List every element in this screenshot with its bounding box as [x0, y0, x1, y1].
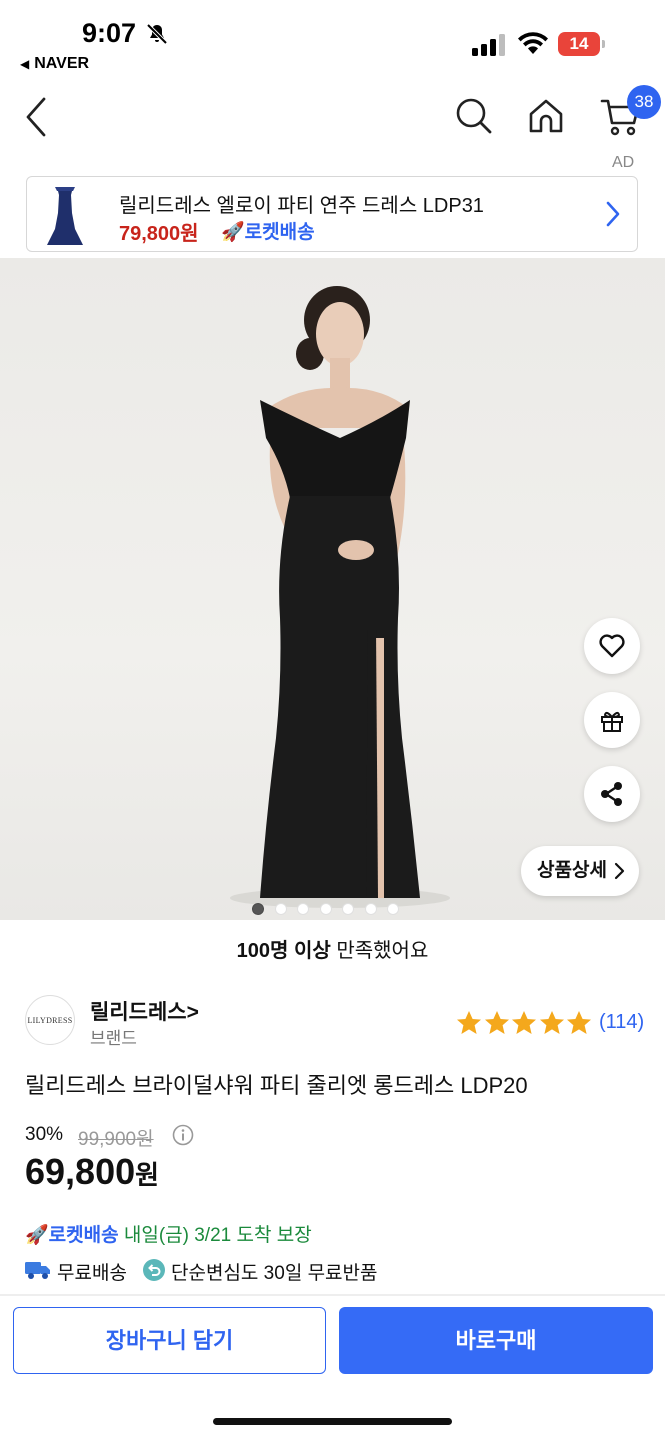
- sale-price-unit: 원: [135, 1160, 160, 1190]
- free-shipping-label: 무료배송: [57, 1263, 127, 1284]
- sale-price-number: 69,800: [25, 1151, 136, 1192]
- star-icon: [512, 1011, 536, 1034]
- gift-icon: [601, 711, 623, 732]
- product-title: 릴리드레스 브라이덜샤워 파티 줄리엣 롱드레스 LDP20: [25, 1073, 528, 1098]
- ad-price: 79,800원: [119, 223, 199, 245]
- share-icon: [601, 782, 622, 806]
- top-nav: [0, 85, 665, 150]
- share-button[interactable]: [584, 766, 640, 822]
- signal-icon: [472, 34, 505, 56]
- search-icon[interactable]: [455, 97, 493, 135]
- battery-level: 14: [558, 32, 600, 56]
- ad-dress-thumbnail: [47, 187, 83, 245]
- rocket-delivery-info: 🚀로켓배송 내일(금) 3/21 도착 보장: [25, 1220, 312, 1247]
- discount-rate: 30%: [25, 1124, 64, 1145]
- ad-rocket-delivery: 🚀로켓배송: [221, 222, 315, 243]
- status-bar: 9:07 ◀ NAVER 14: [0, 0, 665, 80]
- back-triangle-icon: ◀: [20, 57, 30, 71]
- wifi-icon: [518, 32, 548, 54]
- sale-price: 69,800원: [25, 1151, 159, 1193]
- chevron-right-icon: [614, 862, 625, 880]
- brand-logo[interactable]: LILYDRESS: [25, 995, 75, 1045]
- product-detail-label: 상품상세: [537, 860, 607, 881]
- free-return-label: 단순변심도 30일 무료반품: [171, 1263, 378, 1284]
- heart-icon: [599, 634, 625, 658]
- home-icon[interactable]: [527, 97, 565, 135]
- satisfaction-count: 100명 이상: [236, 940, 331, 962]
- return-icon: [143, 1259, 165, 1281]
- pagination-dot[interactable]: [342, 903, 354, 915]
- status-time: 9:07: [82, 18, 137, 48]
- add-to-cart-button[interactable]: 장바구니 담기: [13, 1307, 326, 1374]
- pagination-dot[interactable]: [297, 903, 309, 915]
- bell-slash-icon: [146, 23, 168, 45]
- back-icon[interactable]: [22, 95, 52, 139]
- brand-sub-label: 브랜드: [90, 1029, 137, 1048]
- chevron-right-icon: [606, 201, 620, 227]
- gallery-pagination: [252, 902, 410, 916]
- rating-stars[interactable]: [456, 1010, 594, 1036]
- home-indicator[interactable]: [213, 1418, 452, 1425]
- pagination-dot[interactable]: [387, 903, 399, 915]
- product-detail-button[interactable]: 상품상세: [521, 846, 639, 896]
- gift-button[interactable]: [584, 692, 640, 748]
- product-image-gallery[interactable]: 상품상세: [0, 258, 665, 920]
- star-icon: [539, 1011, 564, 1034]
- pagination-dot[interactable]: [364, 903, 377, 915]
- info-icon[interactable]: [172, 1124, 194, 1146]
- pagination-dot[interactable]: [252, 903, 264, 915]
- star-icon: [457, 1011, 481, 1034]
- cart-count-badge: 38: [627, 85, 661, 119]
- ad-title: 릴리드레스 엘로이 파티 연주 드레스 LDP31: [119, 195, 484, 217]
- rocket-delivery-label: 🚀로켓배송: [25, 1225, 119, 1246]
- satisfaction-text: 100명 이상 만족했어요: [0, 934, 665, 963]
- bottom-divider: [0, 1294, 665, 1296]
- star-icon: [484, 1011, 509, 1034]
- ad-label: AD: [612, 154, 635, 171]
- ad-banner[interactable]: 릴리드레스 엘로이 파티 연주 드레스 LDP31 79,800원 🚀로켓배송: [26, 176, 638, 252]
- battery-icon: [602, 40, 605, 48]
- buy-now-button[interactable]: 바로구매: [339, 1307, 653, 1374]
- pagination-dot[interactable]: [319, 903, 332, 915]
- favorite-button[interactable]: [584, 618, 640, 674]
- original-price: 99,900원: [78, 1129, 154, 1150]
- review-count-link[interactable]: (114): [599, 1011, 644, 1034]
- satisfaction-rest: 만족했어요: [330, 940, 429, 962]
- product-photo: [230, 286, 450, 908]
- back-app-label: NAVER: [34, 55, 90, 72]
- brand-name-link[interactable]: 릴리드레스>: [90, 996, 199, 1026]
- star-icon: [567, 1011, 591, 1034]
- delivery-eta: 내일(금) 3/21 도착 보장: [118, 1225, 312, 1246]
- truck-icon: [25, 1262, 50, 1279]
- back-to-app-link[interactable]: ◀ NAVER: [20, 55, 89, 73]
- pagination-dot[interactable]: [274, 903, 287, 915]
